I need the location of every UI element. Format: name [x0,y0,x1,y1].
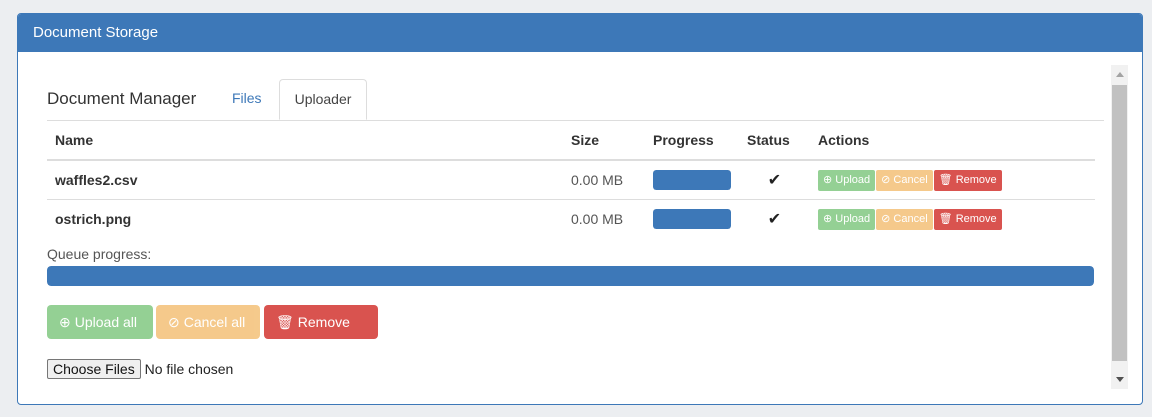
file-progress-fill [653,170,731,190]
remove-all-button[interactable]: 🗑 Remove all [264,305,378,364]
upload-circle-icon: ⊕ [823,173,833,186]
column-header-status: Status [739,121,810,161]
queue-progress-bar [47,266,1094,286]
trash-icon: 🗑 [938,173,953,186]
upload-button[interactable]: ⊕ Upload [818,169,876,191]
cancel-circle-icon: ⊘ [881,173,891,186]
file-input[interactable]: Choose Files No file chosen [47,359,233,379]
file-progress-fill [653,209,731,229]
panel-title: Document Storage [18,14,1142,52]
cancel-circle-icon: ⊘ [881,212,891,225]
table-row: ostrich.png 0.00 MB ✔ ⊕ Upload ⊘ Cancel 🗑 … [47,199,1095,238]
queue-progress-label: Queue progress: [47,246,152,262]
cancel-button[interactable]: ⊘ Cancel [876,208,933,230]
tab-bar: Document Manager Files Uploader [47,79,1104,121]
actions-cell: ⊕ Upload ⊘ Cancel 🗑 Remove [810,160,1095,200]
column-header-name: Name [47,121,563,161]
upload-button[interactable]: ⊕ Upload [818,208,876,230]
file-name: waffles2.csv [55,172,138,188]
upload-circle-icon: ⊕ [59,314,71,330]
table-header-row: Name Size Progress Status Actions [47,121,1095,161]
scrollbar-thumb[interactable] [1112,85,1127,361]
status-check-icon: ✔ [739,199,810,238]
upload-all-button[interactable]: ⊕ Upload all [47,305,153,339]
tab-uploader[interactable]: Uploader [279,79,367,120]
cancel-all-button[interactable]: ⊘ Cancel all [156,305,260,339]
trash-icon: 🗑 [938,212,953,225]
upload-circle-icon: ⊕ [823,212,833,225]
status-check-icon: ✔ [767,172,782,189]
table-row: waffles2.csv 0.00 MB ✔ ⊕ Upload ⊘ Cancel 🗑… [47,160,1095,200]
file-name: ostrich.png [47,199,563,238]
cancel-button[interactable]: ⊘ Cancel [876,169,933,191]
tab-files[interactable]: Files [232,90,262,106]
document-manager-title: Document Manager [47,89,197,108]
actions-cell: ⊕ Upload ⊘ Cancel 🗑 Remove [810,199,1095,238]
column-header-size: Size [563,121,645,161]
remove-button[interactable]: 🗑 Remove [933,169,1002,191]
vertical-scrollbar[interactable] [1111,65,1128,389]
progress-cell [645,199,739,238]
file-progress-bar [653,209,731,229]
trash-icon: 🗑 [276,314,294,330]
column-header-actions: Actions [810,121,1095,161]
remove-button[interactable]: 🗑 Remove [933,208,1002,230]
cancel-circle-icon: ⊘ [168,314,180,330]
queue-progress-fill [47,266,1094,286]
document-storage-panel: Document Storage Document Manager Files … [17,13,1143,405]
progress-cell [645,160,739,200]
column-header-progress: Progress [645,121,739,161]
scroll-down-arrow-icon[interactable] [1116,377,1124,382]
file-input-status: No file chosen [144,361,234,377]
file-progress-bar [653,170,731,190]
panel-body: Document Manager Files Uploader Name Siz… [18,52,1142,404]
scroll-up-arrow-icon[interactable] [1116,72,1124,77]
file-size: 0.00 MB [571,172,624,188]
file-size: 0.00 MB [563,199,645,238]
choose-files-button[interactable]: Choose Files [47,359,141,379]
upload-queue-table: Name Size Progress Status Actions waffle… [47,121,1095,238]
